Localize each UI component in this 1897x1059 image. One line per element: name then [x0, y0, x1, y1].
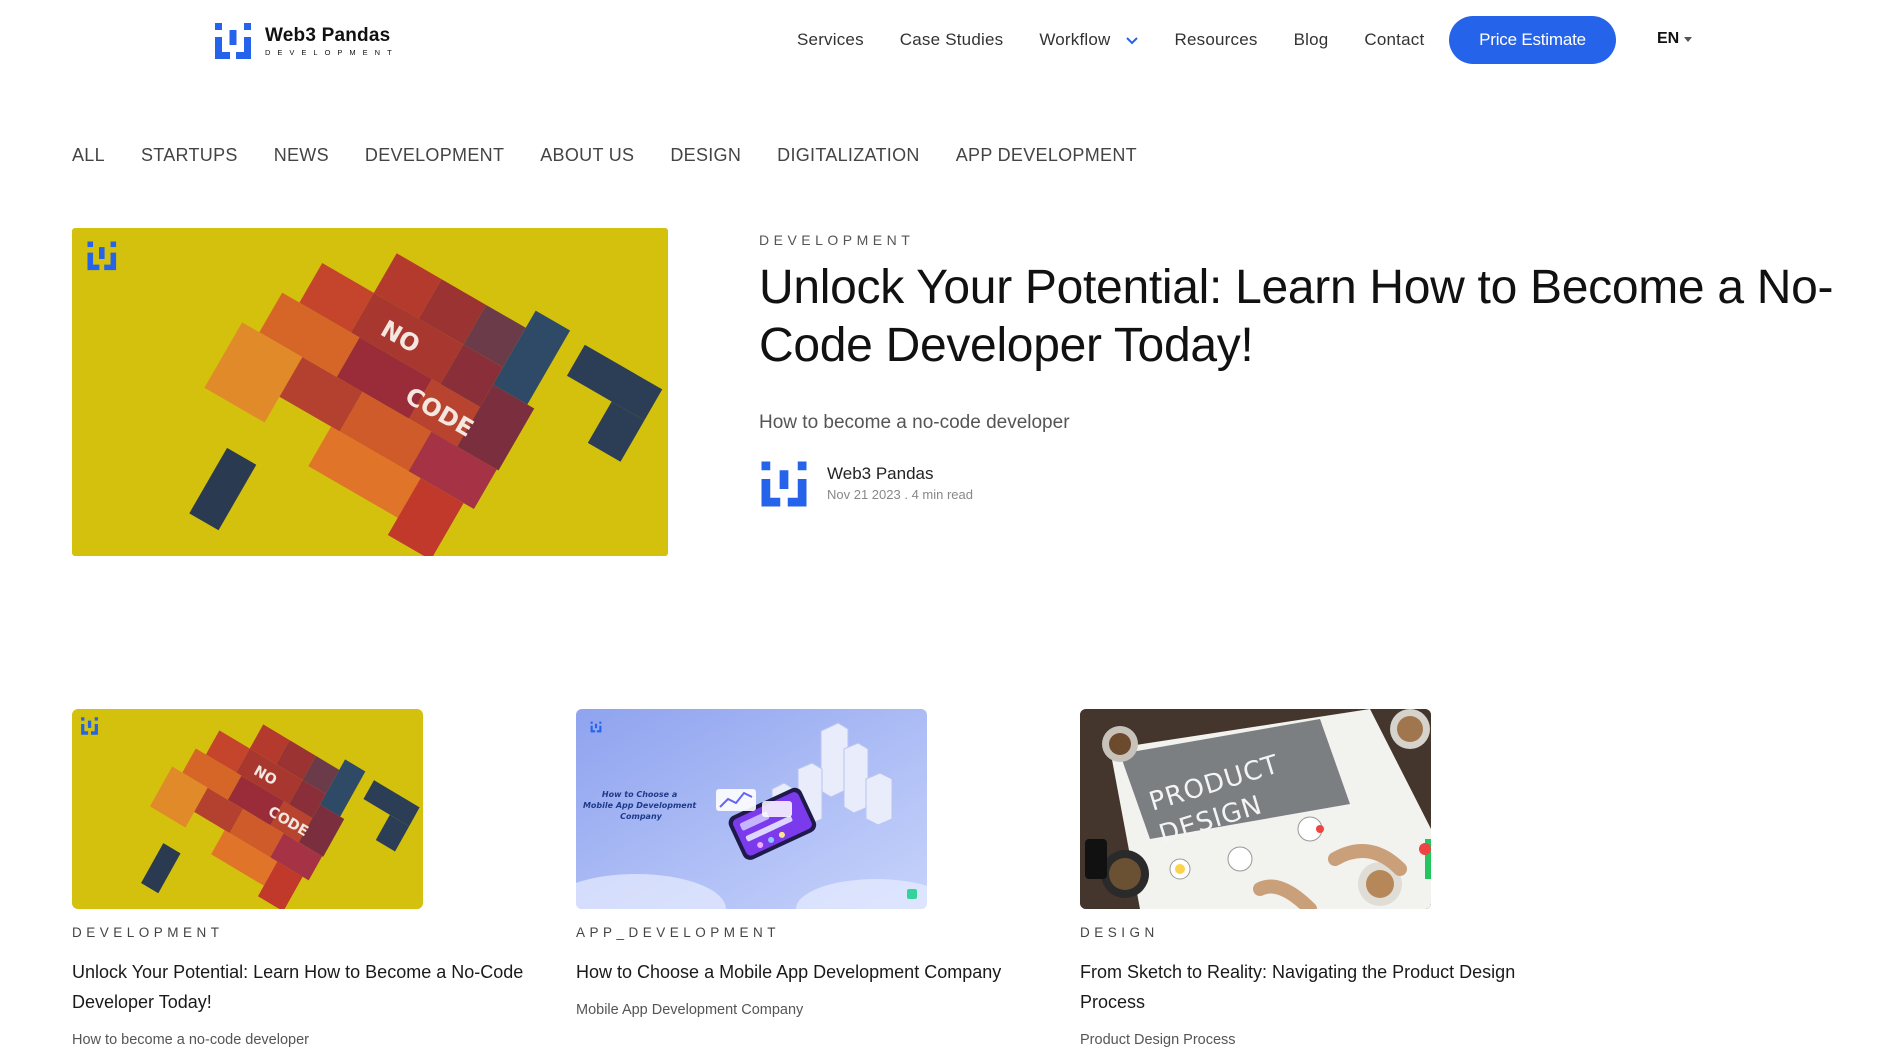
author-avatar — [759, 459, 809, 509]
nocode-illustration: NO CODE — [72, 228, 668, 556]
post-card-image[interactable]: How to Choose a Mobile App Development C… — [576, 709, 927, 909]
nav-contact[interactable]: Contact — [1364, 30, 1424, 50]
tab-startups[interactable]: STARTUPS — [141, 145, 238, 166]
post-card-subtitle: Product Design Process — [1080, 1032, 1236, 1048]
featured-title[interactable]: Unlock Your Potential: Learn How to Beco… — [759, 259, 1879, 375]
price-estimate-button[interactable]: Price Estimate — [1449, 16, 1616, 64]
post-card-title[interactable]: From Sketch to Reality: Navigating the P… — [1080, 957, 1540, 1017]
mobile-app-illustration: How to Choose a Mobile App Development C… — [576, 709, 927, 909]
nav-case-studies[interactable]: Case Studies — [900, 30, 1004, 50]
nav-workflow-label: Workflow — [1039, 30, 1111, 49]
post-card-title[interactable]: Unlock Your Potential: Learn How to Beco… — [72, 957, 532, 1017]
main-nav: Services Case Studies Workflow Resources… — [797, 16, 1460, 64]
language-label: EN — [1657, 30, 1680, 47]
post-date: Nov 21 2023 — [827, 487, 901, 502]
pandas-logo-icon — [213, 21, 253, 61]
author-byline: Web3 Pandas Nov 21 2023 . 4 min read — [759, 459, 973, 509]
site-header: Web3 Pandas DEVELOPMENT Services Case St… — [0, 0, 1897, 80]
post-card: NO CODE DEVELOPMENT Unlock Your Potentia… — [72, 709, 552, 1048]
post-card-subtitle: How to become a no-code developer — [72, 1032, 309, 1048]
tab-design[interactable]: DESIGN — [670, 145, 741, 166]
tab-all[interactable]: ALL — [72, 145, 105, 166]
featured-post-image[interactable]: NO CODE — [72, 228, 668, 556]
post-card-category: DESIGN — [1080, 925, 1159, 940]
nav-resources[interactable]: Resources — [1175, 30, 1258, 50]
language-selector[interactable]: EN — [1657, 30, 1693, 48]
tab-digitalization[interactable]: DIGITALIZATION — [777, 145, 920, 166]
brand-logo[interactable]: Web3 Pandas DEVELOPMENT — [213, 21, 399, 61]
nav-services[interactable]: Services — [797, 30, 864, 50]
post-card: How to Choose a Mobile App Development C… — [576, 709, 1056, 1018]
post-meta: Nov 21 2023 . 4 min read — [827, 487, 973, 502]
nav-workflow[interactable]: Workflow — [1039, 30, 1138, 50]
brand-tagline: DEVELOPMENT — [265, 47, 399, 57]
featured-subtitle: How to become a no-code developer — [759, 412, 1070, 433]
category-tabs: ALL STARTUPS NEWS DEVELOPMENT ABOUT US D… — [72, 145, 1173, 166]
post-card-category: DEVELOPMENT — [72, 925, 224, 940]
brand-name: Web3 Pandas — [265, 24, 391, 46]
author-name[interactable]: Web3 Pandas — [827, 464, 973, 484]
post-card: PRODUCT DESIGN DESIGN From Sketch to Rea — [1080, 709, 1560, 1048]
tab-app-development[interactable]: APP DEVELOPMENT — [956, 145, 1137, 166]
tab-news[interactable]: NEWS — [274, 145, 329, 166]
product-design-illustration: PRODUCT DESIGN — [1080, 709, 1431, 909]
post-card-image[interactable]: PRODUCT DESIGN — [1080, 709, 1431, 909]
nav-blog[interactable]: Blog — [1294, 30, 1329, 50]
nocode-illustration: NO CODE — [72, 709, 423, 909]
post-card-category: APP_DEVELOPMENT — [576, 925, 781, 940]
tab-about-us[interactable]: ABOUT US — [540, 145, 634, 166]
post-card-image[interactable]: NO CODE — [72, 709, 423, 909]
tab-development[interactable]: DEVELOPMENT — [365, 145, 504, 166]
read-time: 4 min read — [911, 487, 973, 502]
post-card-subtitle: Mobile App Development Company — [576, 1002, 804, 1018]
post-card-title[interactable]: How to Choose a Mobile App Development C… — [576, 957, 1036, 987]
chevron-down-icon — [1125, 36, 1138, 44]
caret-down-icon — [1684, 36, 1693, 42]
featured-category: DEVELOPMENT — [759, 232, 915, 248]
